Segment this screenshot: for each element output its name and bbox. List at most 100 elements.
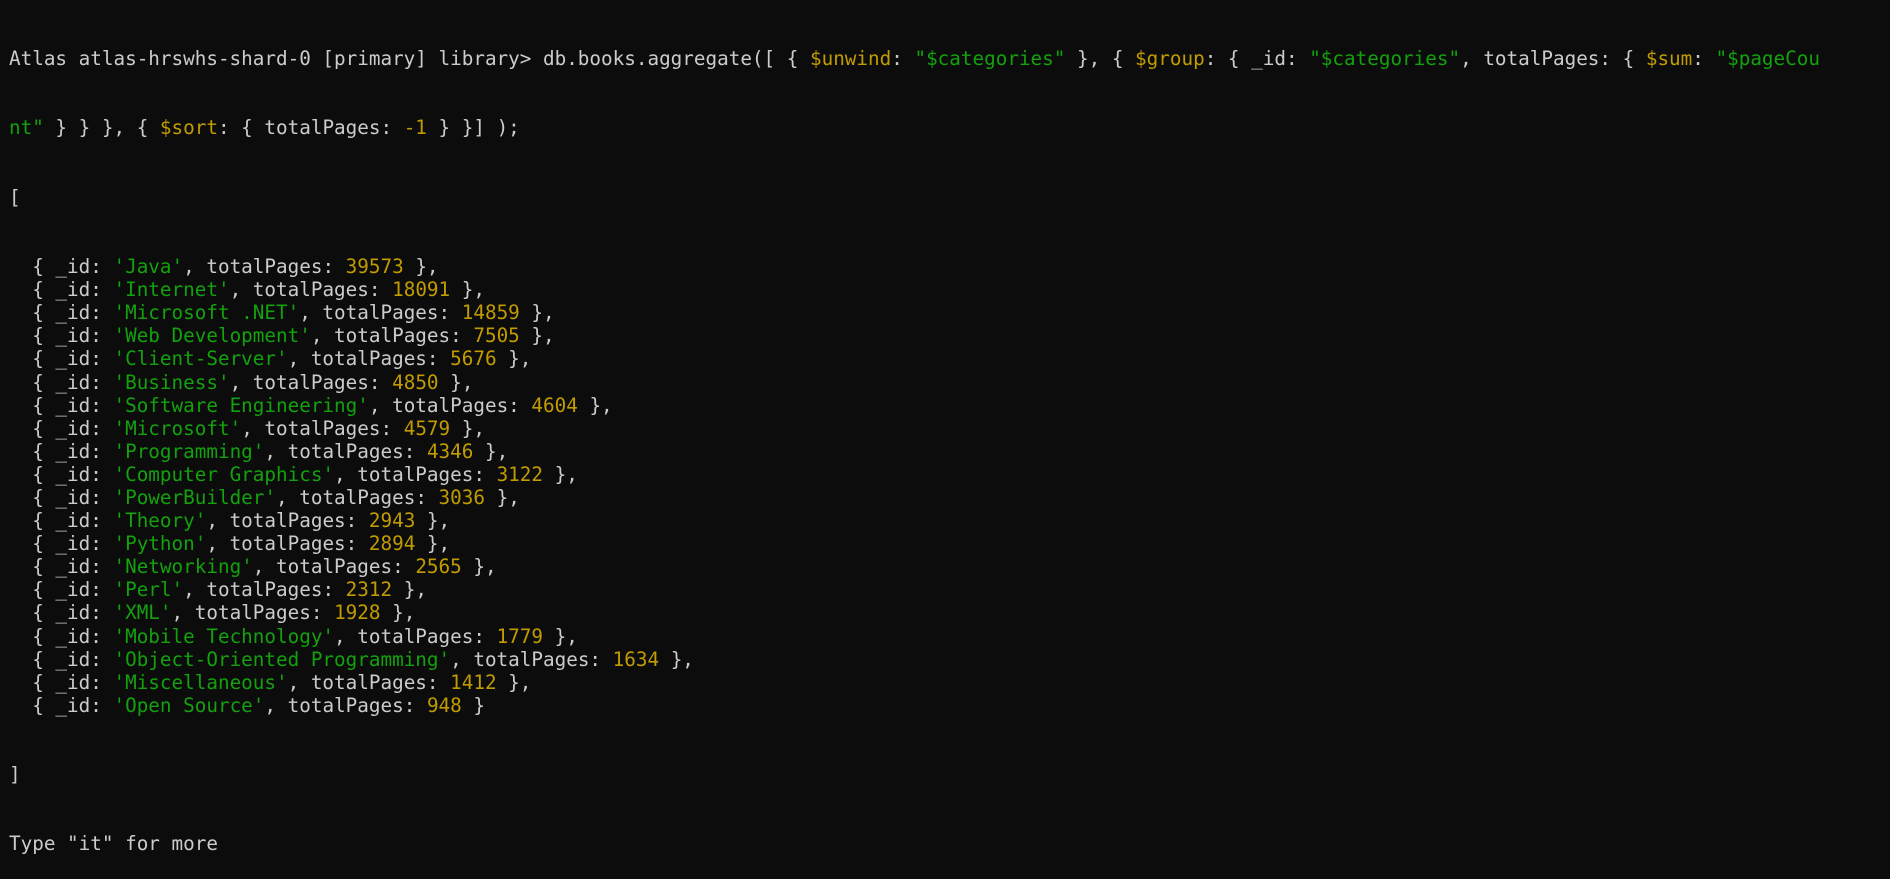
total-pages-value: 1779 bbox=[496, 624, 544, 648]
result-row: { _id: 'Python', totalPages: 2894 }, bbox=[9, 532, 1890, 555]
row-syntax: , totalPages: bbox=[241, 416, 404, 440]
row-syntax: , totalPages: bbox=[264, 693, 427, 717]
category-id: 'Java' bbox=[113, 255, 184, 279]
result-row: { _id: 'Computer Graphics', totalPages: … bbox=[9, 463, 1890, 486]
result-row: { _id: 'Client-Server', totalPages: 5676… bbox=[9, 347, 1890, 370]
command-line-2: nt" } } }, { $sort: { totalPages: -1 } }… bbox=[9, 116, 1890, 139]
row-syntax: }, bbox=[484, 485, 520, 509]
line1-segment: Atlas atlas-hrswhs-shard-0 [primary] lib… bbox=[9, 47, 810, 71]
row-syntax: { _id: bbox=[9, 601, 114, 625]
line1-segment: , totalPages: { bbox=[1460, 47, 1646, 71]
category-id: 'PowerBuilder' bbox=[113, 485, 277, 509]
row-syntax: }, bbox=[473, 439, 509, 463]
result-row: { _id: 'Object-Oriented Programming', to… bbox=[9, 648, 1890, 671]
result-row: { _id: 'Java', totalPages: 39573 }, bbox=[9, 255, 1890, 278]
row-syntax: , totalPages: bbox=[171, 601, 335, 625]
total-pages-value: 39573 bbox=[345, 255, 404, 279]
line1-segment: : bbox=[891, 47, 915, 71]
row-syntax: , totalPages: bbox=[334, 624, 497, 648]
row-syntax: { _id: bbox=[9, 347, 114, 371]
row-syntax: }, bbox=[380, 601, 416, 625]
line2-segment: nt" bbox=[9, 116, 44, 140]
row-syntax: { _id: bbox=[9, 693, 114, 717]
row-syntax: { _id: bbox=[9, 555, 114, 579]
row-syntax: , totalPages: bbox=[206, 532, 369, 556]
category-id: 'Mobile Technology' bbox=[113, 624, 335, 648]
line1-segment: $sum bbox=[1645, 47, 1693, 71]
total-pages-value: 4579 bbox=[403, 416, 451, 440]
row-syntax: { _id: bbox=[9, 624, 114, 648]
total-pages-value: 14859 bbox=[461, 301, 520, 325]
row-syntax: }, bbox=[543, 462, 578, 486]
row-syntax: , totalPages: bbox=[206, 509, 369, 533]
total-pages-value: 2565 bbox=[415, 555, 462, 579]
category-id: 'Object-Oriented Programming' bbox=[113, 647, 451, 671]
result-row: { _id: 'Microsoft', totalPages: 4579 }, bbox=[9, 417, 1890, 440]
row-syntax: }, bbox=[415, 532, 451, 556]
result-row: { _id: 'Microsoft .NET', totalPages: 148… bbox=[9, 301, 1890, 324]
row-syntax: { _id: bbox=[9, 393, 114, 417]
row-syntax: { _id: bbox=[9, 670, 114, 694]
category-id: 'Programming' bbox=[113, 439, 265, 463]
terminal-window[interactable]: Atlas atlas-hrswhs-shard-0 [primary] lib… bbox=[0, 0, 1890, 855]
category-id: 'Theory' bbox=[113, 509, 207, 533]
line1-segment: $unwind bbox=[809, 47, 892, 71]
line2-segment: $sort bbox=[159, 116, 218, 140]
row-syntax: , totalPages: bbox=[310, 324, 474, 348]
total-pages-value: 2312 bbox=[345, 578, 393, 602]
row-syntax: }, bbox=[659, 647, 694, 671]
row-syntax: , totalPages: bbox=[252, 555, 416, 579]
line1-segment: "$pageCou bbox=[1715, 47, 1820, 71]
line2-segment: } }] ); bbox=[426, 116, 520, 140]
row-syntax: , totalPages: bbox=[450, 647, 613, 671]
total-pages-value: 3122 bbox=[496, 462, 544, 486]
row-syntax: { _id: bbox=[9, 255, 114, 279]
row-syntax: }, bbox=[519, 301, 555, 325]
result-row: { _id: 'Miscellaneous', totalPages: 1412… bbox=[9, 671, 1890, 694]
row-syntax: }, bbox=[496, 670, 532, 694]
more-hint: Type "it" for more bbox=[9, 832, 218, 856]
line1-segment: "$categories" bbox=[1309, 47, 1461, 71]
result-row: { _id: 'Internet', totalPages: 18091 }, bbox=[9, 278, 1890, 301]
result-row: { _id: 'Open Source', totalPages: 948 } bbox=[9, 694, 1890, 717]
result-row: { _id: 'Business', totalPages: 4850 }, bbox=[9, 371, 1890, 394]
total-pages-value: 18091 bbox=[392, 278, 451, 302]
result-row: { _id: 'Perl', totalPages: 2312 }, bbox=[9, 578, 1890, 601]
line1-segment: : { _id: bbox=[1204, 47, 1310, 71]
result-row: { _id: 'XML', totalPages: 1928 }, bbox=[9, 601, 1890, 624]
row-syntax: }, bbox=[450, 278, 485, 302]
row-syntax: { _id: bbox=[9, 578, 114, 602]
category-id: 'Client-Server' bbox=[113, 347, 288, 371]
total-pages-value: 948 bbox=[426, 693, 462, 717]
row-syntax: }, bbox=[519, 324, 555, 348]
line2-segment: -1 bbox=[403, 116, 427, 140]
total-pages-value: 2894 bbox=[368, 532, 416, 556]
row-syntax: }, bbox=[496, 347, 532, 371]
row-syntax: { _id: bbox=[9, 532, 114, 556]
result-row: { _id: 'Mobile Technology', totalPages: … bbox=[9, 625, 1890, 648]
result-close-bracket: ] bbox=[9, 763, 21, 787]
total-pages-value: 4604 bbox=[531, 393, 578, 417]
category-id: 'Open Source' bbox=[113, 693, 265, 717]
row-syntax: , totalPages: bbox=[368, 393, 532, 417]
row-syntax: , totalPages: bbox=[229, 278, 393, 302]
result-row: { _id: 'Web Development', totalPages: 75… bbox=[9, 324, 1890, 347]
row-syntax: , totalPages: bbox=[287, 670, 451, 694]
line2-segment: } } }, { bbox=[43, 116, 160, 140]
line1-segment: }, { bbox=[1065, 47, 1136, 71]
result-row: { _id: 'Theory', totalPages: 2943 }, bbox=[9, 509, 1890, 532]
category-id: 'Microsoft .NET' bbox=[113, 301, 300, 325]
row-syntax: { _id: bbox=[9, 462, 114, 486]
result-row: { _id: 'Networking', totalPages: 2565 }, bbox=[9, 555, 1890, 578]
row-syntax: }, bbox=[543, 624, 578, 648]
category-id: 'XML' bbox=[113, 601, 172, 625]
result-row: { _id: 'Software Engineering', totalPage… bbox=[9, 394, 1890, 417]
row-syntax: { _id: bbox=[9, 439, 114, 463]
row-syntax: { _id: bbox=[9, 509, 114, 533]
row-syntax: { _id: bbox=[9, 416, 114, 440]
row-syntax: }, bbox=[403, 255, 439, 279]
row-syntax: , totalPages: bbox=[264, 439, 427, 463]
result-row: { _id: 'Programming', totalPages: 4346 }… bbox=[9, 440, 1890, 463]
total-pages-value: 7505 bbox=[473, 324, 520, 348]
row-syntax: , totalPages: bbox=[287, 347, 451, 371]
